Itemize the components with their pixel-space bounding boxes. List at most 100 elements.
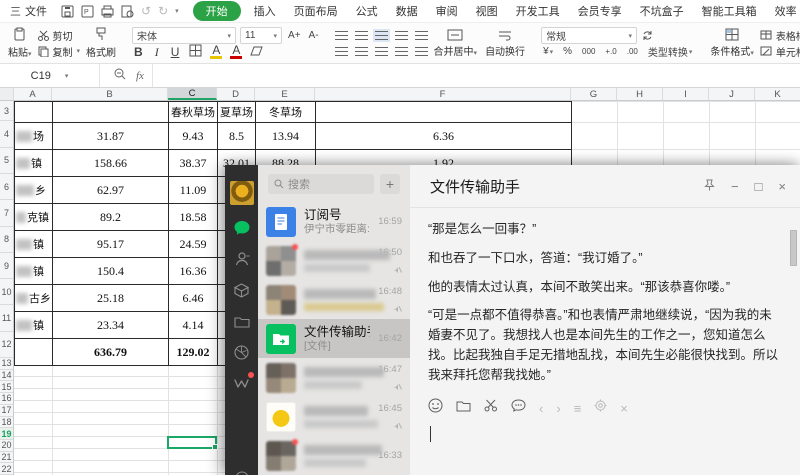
save-icon[interactable]	[61, 5, 74, 18]
row-header-17[interactable]: 17	[0, 405, 13, 417]
chat-scrollbar-thumb[interactable]	[790, 230, 797, 266]
screenshot-icon[interactable]	[484, 399, 498, 417]
align-bottom-button[interactable]	[375, 31, 388, 40]
col-header-j[interactable]: J	[709, 88, 755, 100]
tab-view[interactable]: 视图	[467, 1, 507, 21]
chat-scrollbar[interactable]	[789, 212, 797, 392]
font-color-button[interactable]: A	[230, 45, 242, 59]
cell-b5[interactable]: 158.66	[53, 150, 169, 177]
convert-refresh-icon[interactable]	[641, 29, 654, 42]
cell-b6[interactable]: 62.97	[53, 177, 169, 204]
name-box-dropdown-icon[interactable]: ▾	[65, 72, 69, 80]
tab-developer[interactable]: 开发工具	[507, 1, 569, 21]
underline-button[interactable]: U	[169, 45, 182, 59]
row-header-22[interactable]: 22	[0, 463, 13, 475]
col-header-e[interactable]: E	[255, 88, 315, 100]
justify-button[interactable]	[395, 47, 408, 56]
tab-page-layout[interactable]: 页面布局	[285, 1, 347, 21]
borders-button[interactable]	[189, 44, 202, 60]
type-convert-button[interactable]: 类型转换▾	[646, 44, 695, 59]
minimize-icon[interactable]: −	[731, 179, 739, 194]
row-header-14[interactable]: 14	[0, 370, 13, 382]
decrease-indent-button[interactable]	[395, 31, 408, 40]
row-header-4[interactable]: 4	[0, 121, 13, 147]
col-header-c[interactable]: C	[168, 88, 217, 100]
row-header-8[interactable]: 8	[0, 227, 13, 253]
cell-style-button[interactable]: 单元格样式▾	[760, 43, 800, 59]
col-header-k[interactable]: K	[755, 88, 800, 100]
cell-a7[interactable]: 克镇	[15, 204, 53, 231]
eraser-button[interactable]	[250, 46, 263, 59]
cell-b11[interactable]: 23.34	[53, 312, 169, 339]
new-chat-button[interactable]: +	[380, 174, 400, 194]
tab-review[interactable]: 审阅	[427, 1, 467, 21]
message-input[interactable]	[410, 420, 800, 475]
cell-c11[interactable]: 4.14	[169, 312, 218, 339]
cell-b7[interactable]: 89.2	[53, 204, 169, 231]
cell-c6[interactable]: 11.09	[169, 177, 218, 204]
number-format-select[interactable]: 常规▾	[541, 27, 637, 44]
cell-f4[interactable]: 6.36	[316, 123, 572, 150]
col-header-g[interactable]: G	[571, 88, 617, 100]
cell-a9[interactable]: 镇	[15, 258, 53, 285]
row-header-15[interactable]: 15	[0, 381, 13, 393]
col-header-h[interactable]: H	[617, 88, 663, 100]
chat-item-file-transfer[interactable]: 文件传输助手 [文件] 16:42	[258, 319, 410, 358]
row-header-6[interactable]: 6	[0, 174, 13, 200]
close-icon[interactable]: ×	[778, 179, 786, 194]
col-header-a[interactable]: A	[14, 88, 52, 100]
cell-a11[interactable]: 镇	[15, 312, 53, 339]
cell-a3[interactable]	[15, 102, 53, 123]
maximize-icon[interactable]: □	[755, 179, 763, 194]
cell-b9[interactable]: 150.4	[53, 258, 169, 285]
files-folder-icon[interactable]	[234, 313, 250, 329]
cell-a10[interactable]: 古乡	[15, 285, 53, 312]
close-panel-icon[interactable]: ×	[620, 401, 628, 416]
list-icon[interactable]: ≡	[574, 401, 582, 416]
moments-icon[interactable]	[234, 344, 249, 360]
name-box[interactable]: C19 ▾	[0, 64, 100, 87]
contacts-icon[interactable]	[234, 251, 250, 267]
print-preview-icon[interactable]	[121, 5, 134, 18]
format-painter-button[interactable]: 格式刷	[82, 25, 120, 61]
row-header-5[interactable]: 5	[0, 148, 13, 174]
bold-button[interactable]: B	[132, 45, 145, 59]
shrink-font-button[interactable]: A-	[307, 30, 321, 41]
chat-item-blurred-4[interactable]: 16:45	[258, 397, 410, 436]
cell-c12[interactable]: 129.02	[169, 339, 218, 366]
cell-c4[interactable]: 9.43	[169, 123, 218, 150]
chat-history-icon[interactable]	[511, 399, 526, 418]
cell-c10[interactable]: 6.46	[169, 285, 218, 312]
wrap-text-button[interactable]: 自动换行	[481, 25, 529, 61]
grow-font-button[interactable]: A+	[286, 30, 303, 41]
collections-icon[interactable]	[234, 282, 249, 298]
decrease-decimal-button[interactable]: .00	[625, 47, 640, 56]
font-name-select[interactable]: 宋体▾	[132, 27, 236, 44]
paste-button[interactable]: 粘贴▾	[4, 25, 36, 61]
col-header-b[interactable]: B	[52, 88, 168, 100]
increase-decimal-button[interactable]: +.0	[603, 47, 618, 56]
cut-button[interactable]: 剪切	[38, 27, 81, 43]
thousands-button[interactable]: 000	[580, 47, 597, 56]
fx-icon[interactable]: fx	[132, 70, 152, 82]
font-size-select[interactable]: 11▾	[240, 27, 282, 44]
tab-formulas[interactable]: 公式	[347, 1, 387, 21]
cell-c5[interactable]: 38.37	[169, 150, 218, 177]
row-header-3[interactable]: 3	[0, 101, 13, 121]
chat-item-blurred-1[interactable]: 16:50	[258, 241, 410, 280]
conditional-format-button[interactable]: 条件格式▾	[706, 25, 758, 61]
redo-icon[interactable]: ↻	[158, 4, 168, 18]
formula-input[interactable]	[152, 64, 800, 87]
cell-a12[interactable]	[15, 339, 53, 366]
user-avatar[interactable]	[230, 181, 254, 205]
italic-button[interactable]: I	[153, 45, 161, 60]
cell-c7[interactable]: 18.58	[169, 204, 218, 231]
cell-c3[interactable]: 春秋草场	[169, 102, 218, 123]
row-header-11[interactable]: 11	[0, 305, 13, 331]
row-header-20[interactable]: 20	[0, 440, 13, 452]
chat-item-blurred-2[interactable]: 16:48	[258, 280, 410, 319]
selected-cell-c19[interactable]	[167, 436, 217, 449]
row-header-21[interactable]: 21	[0, 452, 13, 464]
align-right-button[interactable]	[375, 47, 388, 56]
print-icon[interactable]	[101, 5, 114, 18]
